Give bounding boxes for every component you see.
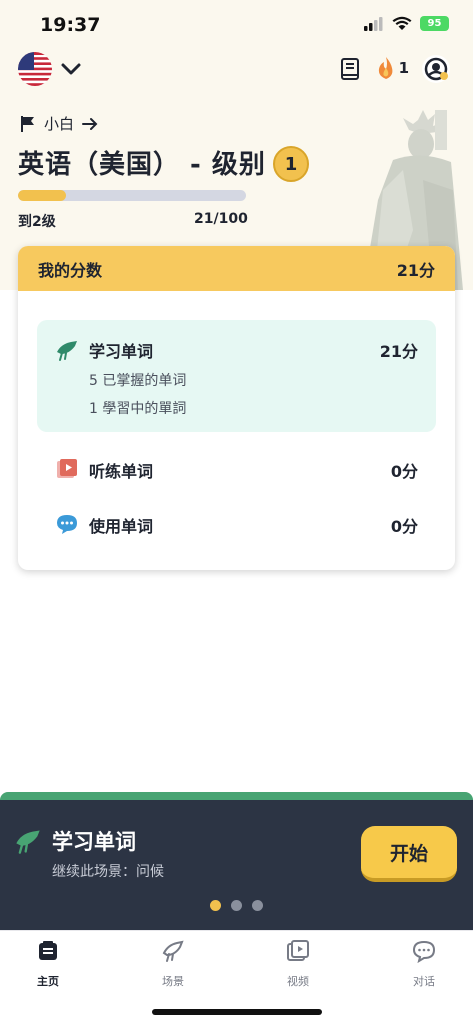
listen-words-score: 0分 bbox=[390, 462, 418, 481]
flag-icon bbox=[21, 115, 34, 132]
progress-text: 21/100 bbox=[194, 211, 248, 227]
use-words-row[interactable]: 使用单词 0分 bbox=[18, 505, 455, 545]
breadcrumb[interactable]: 小白 bbox=[20, 113, 98, 134]
us-flag-icon[interactable] bbox=[18, 52, 52, 86]
tab-scenes-label: 场景 bbox=[162, 975, 184, 988]
tab-video-label: 视频 bbox=[287, 975, 309, 988]
use-words-title: 使用单词 bbox=[89, 517, 154, 536]
next-level-label: 到2级 bbox=[18, 214, 56, 230]
carousel-dots bbox=[0, 900, 473, 911]
battery-indicator: 95 bbox=[420, 16, 449, 31]
learn-words-icon bbox=[16, 830, 40, 854]
carousel-dot[interactable] bbox=[231, 900, 242, 911]
level-badge: 1 bbox=[273, 146, 309, 182]
status-bar: 19:37 95 bbox=[0, 0, 473, 50]
profile-avatar-icon[interactable] bbox=[421, 54, 451, 84]
learn-words-title: 学习单词 bbox=[89, 342, 154, 361]
streak-count: 1 bbox=[398, 59, 409, 77]
learn-words-row[interactable]: 学习单词 21分 5 已掌握的单词 1 學習中的單詞 bbox=[37, 320, 436, 432]
chat-icon bbox=[412, 940, 436, 964]
cellular-signal-icon bbox=[364, 16, 383, 31]
video-icon bbox=[287, 940, 309, 961]
chat-bubble-icon bbox=[57, 515, 77, 534]
tab-chat[interactable]: 对话 bbox=[384, 939, 464, 989]
level-progress-fill bbox=[18, 190, 66, 201]
carousel-dot[interactable] bbox=[210, 900, 221, 911]
tab-home-label: 主页 bbox=[37, 975, 59, 988]
home-icon bbox=[39, 941, 57, 960]
top-nav: 1 bbox=[0, 50, 473, 90]
tab-home[interactable]: 主页 bbox=[8, 939, 88, 989]
learn-words-score: 21分 bbox=[379, 342, 418, 361]
home-indicator bbox=[152, 1009, 322, 1015]
level-number: 1 bbox=[284, 153, 298, 175]
mastered-words-count: 5 已掌握的单词 bbox=[89, 373, 187, 389]
tab-chat-label: 对话 bbox=[413, 975, 435, 988]
score-card-header: 我的分数 21分 bbox=[18, 246, 455, 291]
listen-words-row[interactable]: 听练单词 0分 bbox=[18, 450, 455, 490]
learn-words-icon bbox=[57, 341, 77, 361]
page-title: 英语（美国） - 级别 bbox=[18, 150, 266, 180]
chevron-down-icon[interactable] bbox=[60, 60, 82, 78]
level-progress-bar bbox=[18, 190, 246, 201]
learning-words-count: 1 學習中的單詞 bbox=[89, 401, 187, 417]
status-icons: 95 bbox=[364, 16, 449, 31]
streak-counter[interactable]: 1 bbox=[376, 56, 409, 80]
continue-title: 学习单词 bbox=[52, 830, 136, 854]
score-header-total: 21分 bbox=[396, 260, 435, 280]
arrow-right-icon bbox=[82, 117, 98, 130]
breadcrumb-name: 小白 bbox=[44, 115, 75, 133]
scenes-icon bbox=[162, 940, 184, 962]
listen-video-icon bbox=[57, 459, 77, 478]
score-card: 我的分数 21分 学习单词 21分 5 已掌握的单词 1 學習中的單詞 听练单词… bbox=[18, 246, 455, 570]
continue-subtitle: 继续此场景：问候 bbox=[52, 864, 164, 880]
dictionary-book-icon[interactable] bbox=[339, 58, 361, 80]
wifi-icon bbox=[392, 16, 412, 30]
tab-video[interactable]: 视频 bbox=[258, 939, 338, 989]
flame-icon bbox=[378, 57, 392, 79]
tab-scenes[interactable]: 场景 bbox=[133, 939, 213, 989]
battery-level: 95 bbox=[427, 18, 442, 29]
start-button[interactable]: 开始 bbox=[361, 826, 457, 882]
listen-words-title: 听练单词 bbox=[89, 462, 154, 481]
status-time: 19:37 bbox=[40, 14, 101, 36]
continue-panel: 学习单词 继续此场景：问候 开始 bbox=[0, 792, 473, 930]
use-words-score: 0分 bbox=[390, 517, 418, 536]
score-header-title: 我的分数 bbox=[38, 260, 103, 280]
carousel-dot[interactable] bbox=[252, 900, 263, 911]
